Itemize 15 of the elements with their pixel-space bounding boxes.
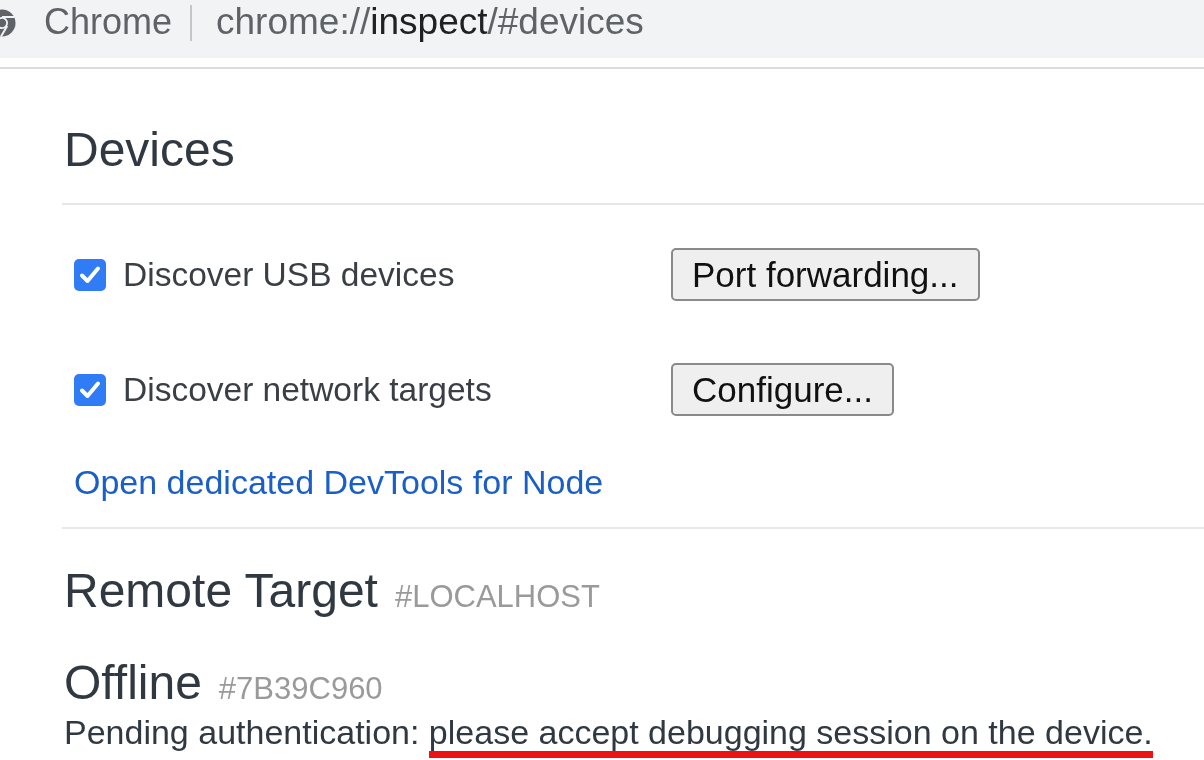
device-id: #7B39C960 [218,672,383,706]
url-text[interactable]: chrome://inspect/#devices [216,2,644,42]
device-name: Offline [64,657,202,709]
checkbox[interactable] [74,258,106,291]
device-status-text: Pending authentication: please accept debugging session on the device. [64,715,1204,758]
checkbox[interactable] [74,373,106,406]
checkbox-label: Discover USB devices [123,255,455,294]
checkbox-label: Discover network targets [123,370,492,409]
option-button[interactable]: Configure... [671,363,894,416]
devtools-link[interactable]: Open dedicated DevTools for Node [74,463,604,501]
site-label: Chrome [44,2,173,42]
target-tag: #LOCALHOST [394,580,600,614]
option-button[interactable]: Port forwarding... [671,248,980,301]
remote-target-heading: Remote Target [64,565,378,617]
section-heading: Devices [64,125,236,175]
